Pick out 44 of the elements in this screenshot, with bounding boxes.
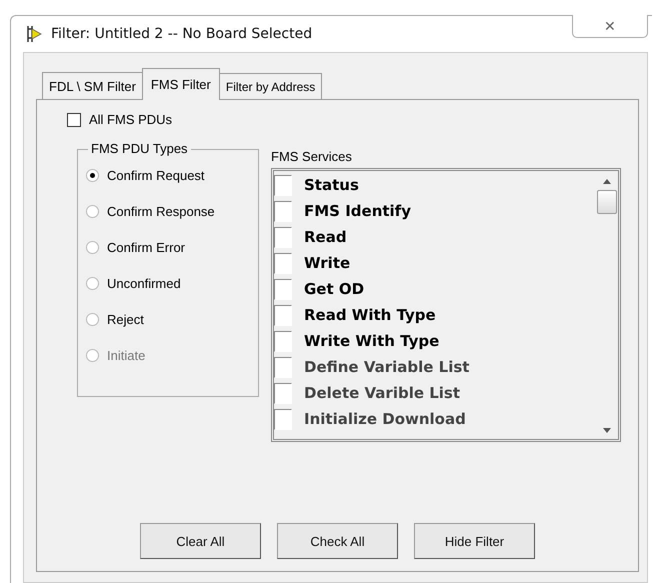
service-label: Read With Type xyxy=(304,306,436,324)
service-label: Get OD xyxy=(304,280,364,298)
radio-button[interactable] xyxy=(86,241,99,254)
radio-button[interactable] xyxy=(86,169,99,182)
service-label: Read xyxy=(304,228,347,246)
scroll-thumb[interactable] xyxy=(597,190,617,214)
checkbox[interactable] xyxy=(274,174,292,196)
window-title: Filter: Untitled 2 -- No Board Selected xyxy=(51,26,312,42)
radio-label: Reject xyxy=(107,312,144,327)
scroll-up-icon[interactable] xyxy=(603,179,611,184)
tab[interactable]: FDL \ SM Filter xyxy=(42,72,143,99)
service-label: Write xyxy=(304,254,350,272)
checkbox[interactable] xyxy=(274,200,292,222)
service-label: Initialize Download xyxy=(304,410,466,428)
service-label: Delete Varible List xyxy=(304,384,460,402)
group-title: FMS PDU Types xyxy=(88,141,191,156)
close-button[interactable]: ✕ xyxy=(572,15,648,38)
tab[interactable]: FMS Filter xyxy=(142,68,220,100)
list-title: FMS Services xyxy=(271,149,353,164)
radio-button[interactable] xyxy=(86,205,99,218)
checkbox[interactable] xyxy=(274,278,292,300)
radio-label: Initiate xyxy=(107,348,146,363)
checkbox-label: All FMS PDUs xyxy=(89,112,172,127)
radio-label: Confirm Error xyxy=(107,240,186,255)
checkbox[interactable] xyxy=(274,226,292,248)
app-icon xyxy=(25,25,43,43)
checkbox[interactable] xyxy=(274,304,292,326)
checkbox[interactable] xyxy=(67,112,81,126)
service-label: Define Variable List xyxy=(304,358,470,376)
action-button[interactable]: Clear All xyxy=(140,523,261,559)
service-label: FMS Identify xyxy=(304,202,411,220)
tab[interactable]: Filter by Address xyxy=(218,73,322,99)
service-label: Write With Type xyxy=(304,332,440,350)
scroll-down-icon[interactable] xyxy=(603,428,611,433)
service-label: Status xyxy=(304,176,359,194)
action-button[interactable]: Hide Filter xyxy=(414,523,535,559)
radio-label: Unconfirmed xyxy=(107,276,181,291)
radio-label: Confirm Response xyxy=(107,204,215,219)
checkbox[interactable] xyxy=(274,252,292,274)
checkbox[interactable] xyxy=(274,330,292,352)
radio-button[interactable] xyxy=(86,277,99,290)
radio-button[interactable] xyxy=(86,313,99,326)
radio-label: Confirm Request xyxy=(107,168,205,183)
action-button[interactable]: Check All xyxy=(277,523,398,559)
